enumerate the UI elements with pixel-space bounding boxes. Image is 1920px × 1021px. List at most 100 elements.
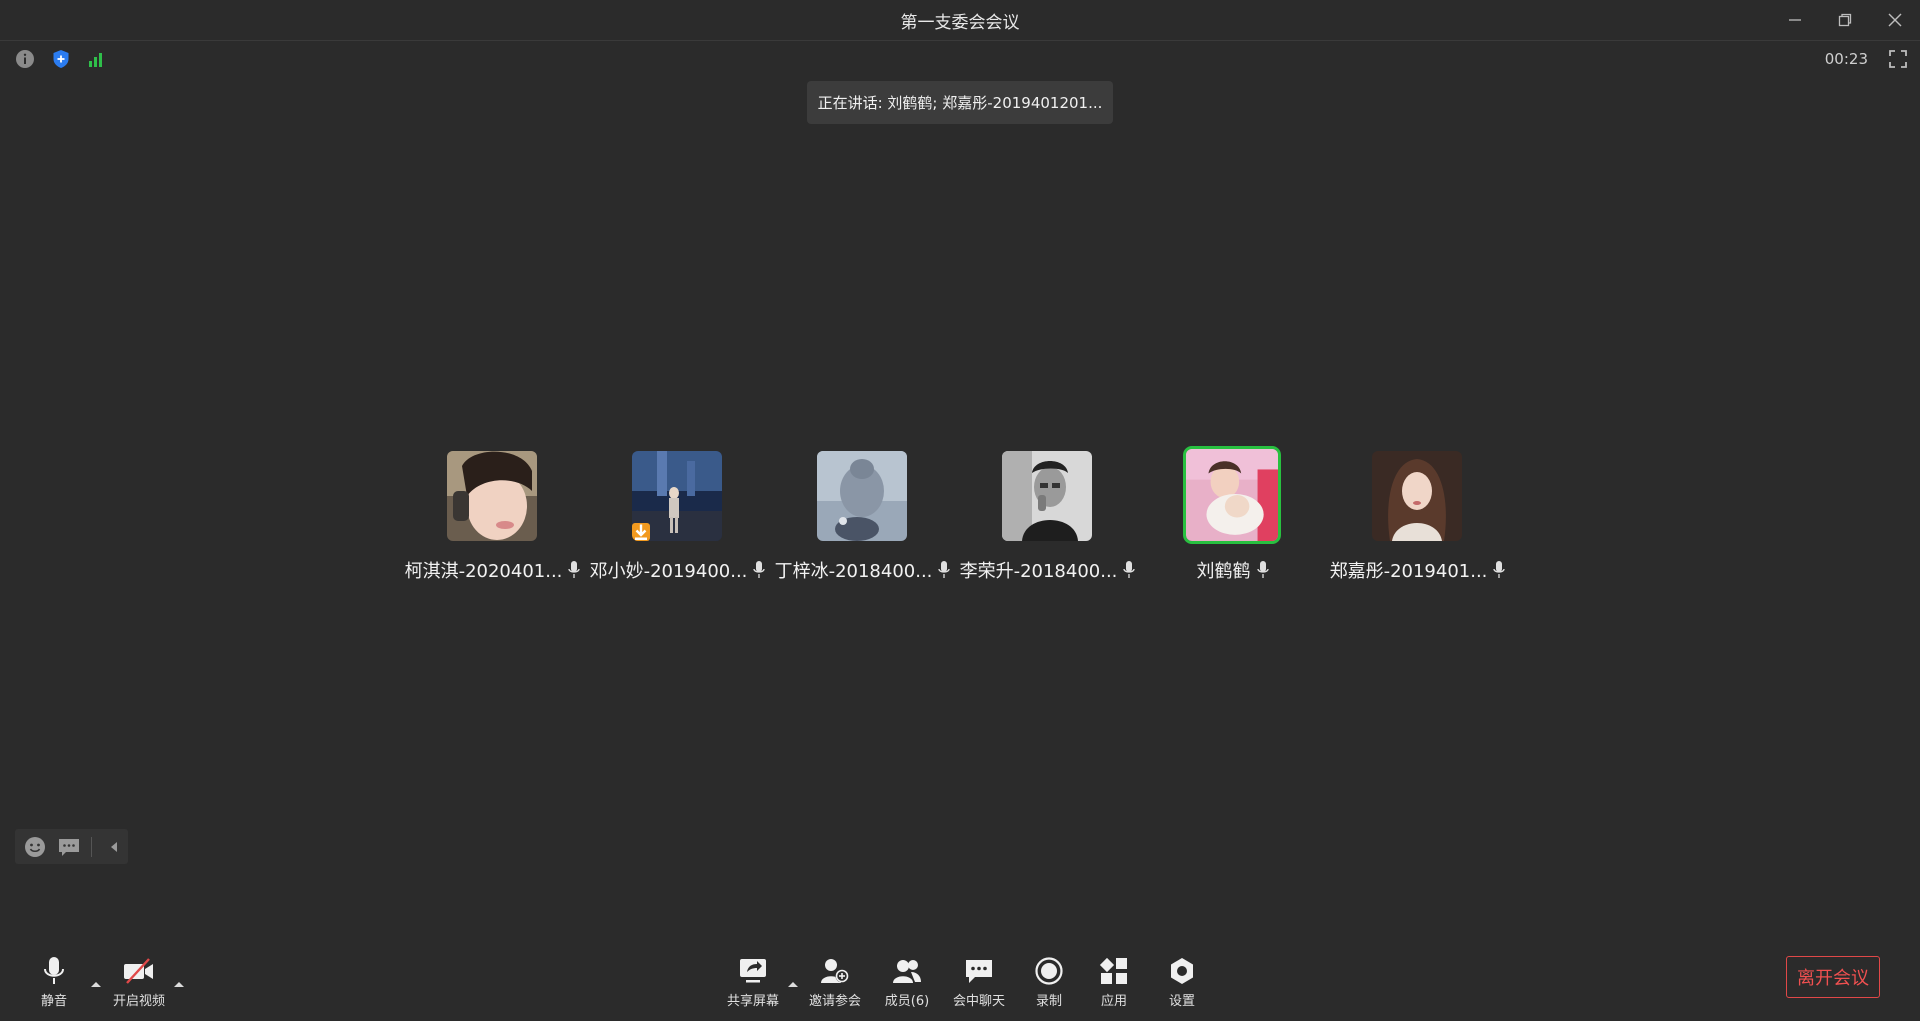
video-off-icon [124,958,153,984]
invite-label: 邀请参会 [808,994,861,1009]
participant-avatar-active-speaker[interactable] [1183,446,1281,544]
emoji-reaction-button[interactable] [23,835,47,859]
participant-tile-active[interactable]: 刘鹤鹤 [1140,445,1325,585]
settings-label: 设置 [1168,994,1195,1009]
share-options-caret[interactable] [787,974,799,987]
members-button[interactable]: 成员(6) [872,954,942,1014]
avatar-image [817,451,907,541]
emoji-icon [25,836,45,857]
avatar-image [1002,451,1092,541]
network-signal-button[interactable] [86,48,108,70]
close-icon [1888,13,1902,27]
participant-tile[interactable]: 李荣升-2018400... [955,445,1140,585]
avatar-image [447,451,537,541]
participant-avatar[interactable] [447,451,537,541]
chat-button[interactable]: 会中聊天 [944,954,1014,1014]
title-bar: 第一支委会会议 [0,0,1920,41]
members-icon [893,960,921,983]
start-video-button[interactable]: 开启视频 [104,954,174,1014]
participant-label: 柯淇淇-2020401... [400,557,585,583]
download-icon [635,524,647,540]
reaction-separator [91,836,92,857]
record-label: 录制 [1035,994,1062,1009]
microphone-icon [44,957,64,984]
mic-icon [568,561,581,578]
restore-button[interactable] [1832,7,1858,33]
chat-bubble-icon [59,838,79,856]
caret-up-icon [788,982,798,987]
bottom-toolbar: 静音 开启视频 共享屏幕 邀请参会 成员(6) 会中聊天 录制 应用 设置 离开… [0,940,1920,1021]
participant-avatar[interactable] [632,451,722,541]
record-icon [1035,957,1063,985]
mute-label: 静音 [40,994,67,1009]
close-button[interactable] [1882,7,1908,33]
download-badge [632,523,650,541]
share-screen-button[interactable]: 共享屏幕 [718,954,788,1014]
minimize-button[interactable] [1782,7,1808,33]
leave-meeting-button[interactable]: 离开会议 [1786,956,1880,998]
participant-tile[interactable]: 邓小妙-2019400... [585,445,770,585]
restore-icon [1838,13,1852,27]
fullscreen-icon [1889,50,1907,68]
meeting-info-icons [14,48,108,70]
participant-name: 邓小妙-2019400... [589,561,748,582]
meeting-info-button[interactable] [14,48,36,70]
audio-options-caret[interactable] [90,974,102,987]
participant-name: 柯淇淇-2020401... [404,561,563,582]
caret-up-icon [174,982,184,987]
participant-label: 丁梓冰-2018400... [770,557,955,583]
participant-name: 刘鹤鹤 [1196,561,1251,582]
mic-icon [1493,561,1506,578]
chat-icon [966,960,992,983]
add-user-icon [821,959,849,983]
video-options-caret[interactable] [173,974,185,987]
participant-avatar[interactable] [1002,451,1092,541]
apps-button[interactable]: 应用 [1079,954,1149,1014]
participant-label: 李荣升-2018400... [955,557,1140,583]
avatar-image [1372,451,1462,541]
participant-name: 李荣升-2018400... [959,561,1118,582]
meeting-window: 第一支委会会议 00:23 正在讲话: 刘鹤鹤; 郑嘉彤-2019401201.… [0,0,1920,1021]
share-screen-label: 共享屏幕 [726,994,779,1009]
collapse-reactions-button[interactable] [102,835,126,859]
invite-button[interactable]: 邀请参会 [800,954,870,1014]
participant-name: 丁梓冰-2018400... [774,561,933,582]
info-icon [16,50,34,68]
record-button[interactable]: 录制 [1014,954,1084,1014]
window-title: 第一支委会会议 [900,12,1020,33]
mic-icon [938,561,951,578]
members-label: 成员(6) [884,994,930,1009]
start-video-label: 开启视频 [112,994,165,1009]
participant-gallery: 柯淇淇-2020401... 邓小妙-2019400... 丁梓冰-201840… [400,445,1520,585]
participant-label: 刘鹤鹤 [1140,557,1325,583]
chat-label: 会中聊天 [952,994,1005,1009]
mic-icon [1256,561,1269,578]
signal-bars-icon [89,53,102,67]
window-controls [1782,0,1908,40]
minimize-icon [1789,19,1801,21]
reaction-toolbar [15,829,128,864]
participant-avatar[interactable] [817,451,907,541]
avatar-image [1186,449,1278,541]
mic-icon [1123,561,1136,578]
apps-label: 应用 [1100,994,1127,1009]
settings-button[interactable]: 设置 [1147,954,1217,1014]
participant-avatar[interactable] [1372,451,1462,541]
apps-icon [1099,957,1127,984]
share-screen-icon [740,959,766,983]
settings-icon [1171,958,1193,984]
caret-left-icon [111,841,117,852]
participant-name: 郑嘉彤-2019401... [1329,561,1488,582]
bullet-chat-button[interactable] [57,835,81,859]
fullscreen-button[interactable] [1888,49,1910,71]
shield-icon [53,50,69,68]
participant-tile[interactable]: 柯淇淇-2020401... [400,445,585,585]
participant-tile[interactable]: 郑嘉彤-2019401... [1325,445,1510,585]
participant-label: 邓小妙-2019400... [585,557,770,583]
speaking-indicator: 正在讲话: 刘鹤鹤; 郑嘉彤-2019401201... [807,81,1113,124]
mute-button[interactable]: 静音 [19,954,89,1014]
meeting-timer: 00:23 [1824,50,1868,68]
participant-tile[interactable]: 丁梓冰-2018400... [770,445,955,585]
caret-up-icon [91,982,101,987]
security-button[interactable] [50,48,72,70]
